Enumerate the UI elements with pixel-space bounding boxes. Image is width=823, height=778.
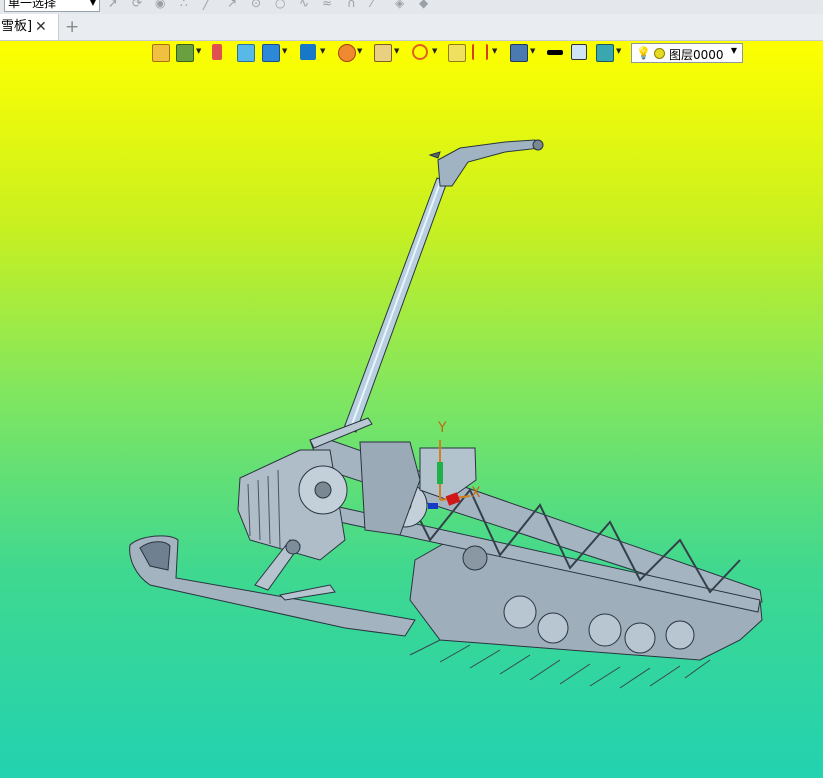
handle-grip[interactable] [532, 139, 544, 151]
3d-viewport[interactable]: ▼ ▼ ▼ ▼ ▼ ▼ ▼ ▼ ▼ 💡 图层0000 ▼ Y X [0, 41, 823, 778]
mid-idler[interactable] [462, 545, 488, 571]
wave-icon[interactable]: ≈ [322, 0, 336, 9]
selection-mode-dropdown[interactable]: 单一选择 ▼ [4, 0, 100, 12]
selection-mode-label: 单一选择 [8, 0, 57, 10]
handlebar[interactable] [437, 139, 541, 187]
layer-icon[interactable]: ◈ [395, 0, 409, 9]
curve-icon[interactable]: ∩ [347, 0, 361, 9]
bogie-wheel[interactable] [624, 622, 656, 654]
select-arrow-icon[interactable]: ➚ [108, 0, 122, 9]
new-tab-button[interactable]: + [65, 14, 79, 40]
front-ski[interactable] [129, 535, 416, 637]
close-icon[interactable]: ✕ [35, 14, 47, 40]
top-toolbar: 单一选择 ▼ ➚ ⟳ ◉ ∴ ╱ ↗ ⊙ ○ ∿ ≈ ∩ ⁄ ◈ ◆ [0, 0, 823, 14]
snowmobile-3d-model[interactable]: Y X [0, 41, 823, 778]
chevron-down-icon[interactable]: ▼ [90, 0, 96, 10]
bogie-wheel[interactable] [588, 613, 622, 647]
document-tab-label: 雪板] [1, 19, 33, 34]
document-tab-bar: 雪板] ✕ + [0, 14, 823, 41]
ski-link-arm[interactable] [278, 584, 336, 601]
bogie-wheel[interactable] [503, 595, 537, 629]
sprocket-hub [314, 481, 332, 499]
diagonal-icon[interactable]: ⁄ [371, 0, 385, 9]
bogie-wheel[interactable] [537, 612, 569, 644]
arrow-line-icon[interactable]: ↗ [227, 0, 241, 9]
spline-icon[interactable]: ∿ [299, 0, 313, 9]
rear-idler-wheel[interactable] [665, 620, 695, 650]
circle-icon[interactable]: ⊙ [251, 0, 265, 9]
document-tab[interactable]: 雪板] ✕ [0, 14, 59, 40]
stack-icon[interactable]: ◆ [419, 0, 433, 9]
y-axis-label: Y [437, 420, 447, 436]
points-icon[interactable]: ∴ [180, 0, 194, 9]
z-axis-arrow [428, 503, 438, 509]
shock-mount [285, 539, 301, 555]
y-axis-arrow [437, 462, 443, 484]
x-axis-label: X [471, 485, 481, 501]
rotate-icon[interactable]: ⟳ [132, 0, 146, 9]
brake-lever[interactable] [428, 151, 441, 159]
steering-pole-highlight [349, 179, 442, 431]
play-icon[interactable]: ◉ [155, 0, 169, 9]
line-icon[interactable]: ╱ [203, 0, 217, 9]
arc-icon[interactable]: ○ [275, 0, 289, 9]
